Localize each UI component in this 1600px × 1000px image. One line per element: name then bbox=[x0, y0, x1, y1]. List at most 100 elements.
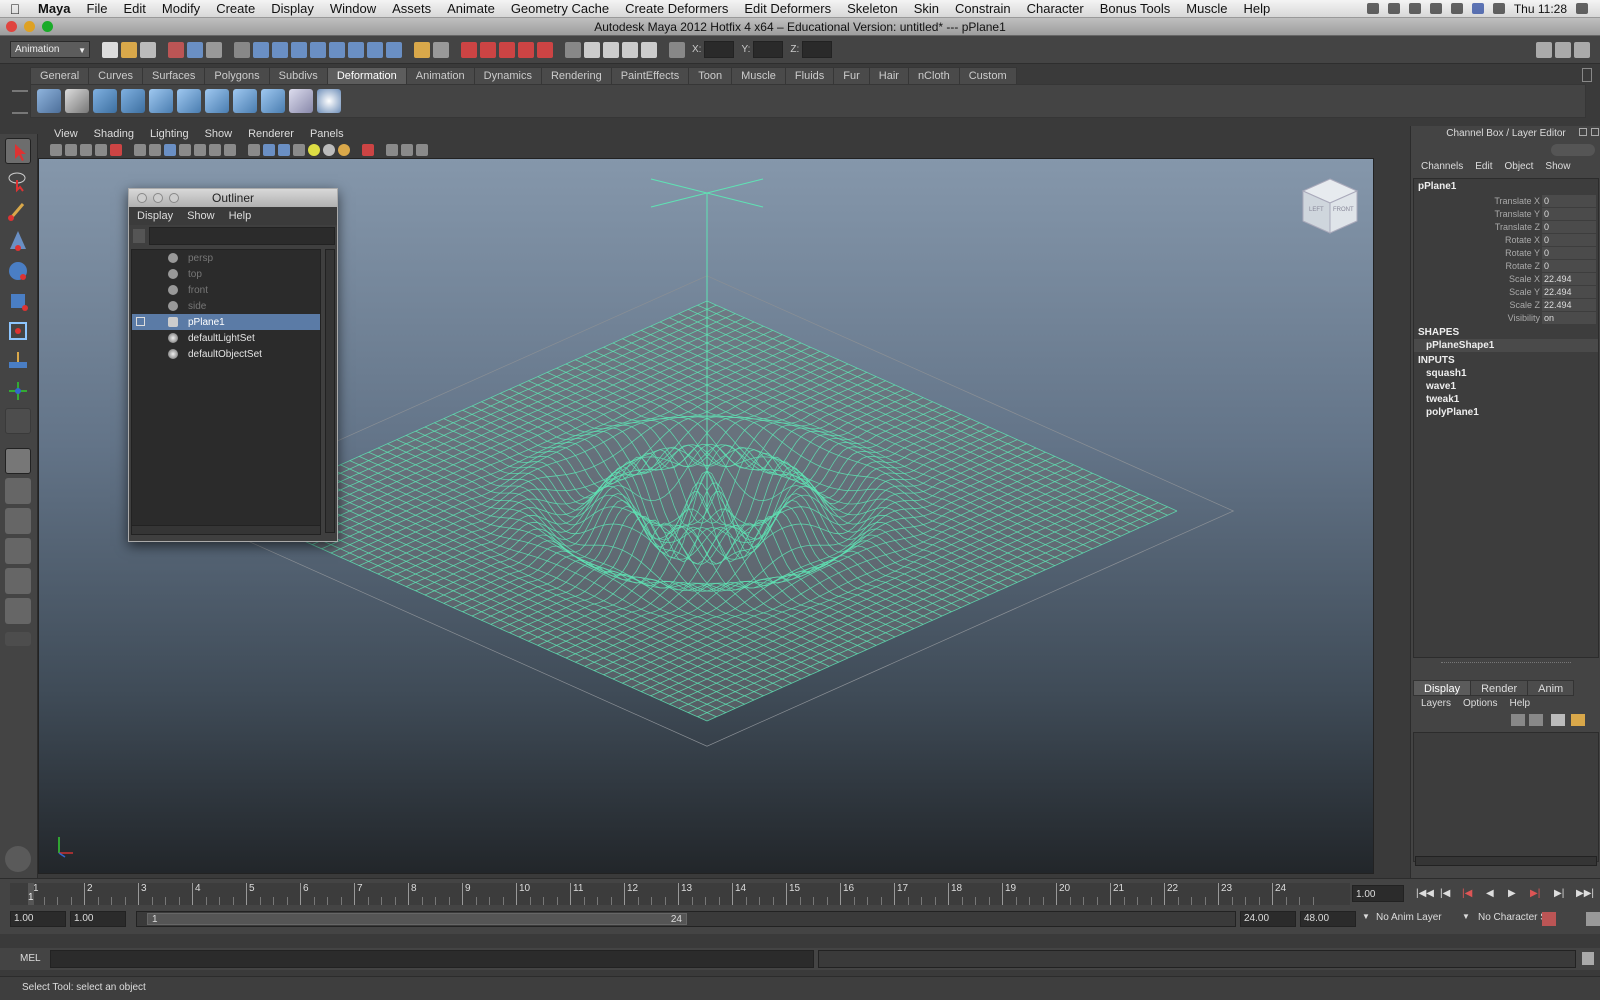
sculpt-icon[interactable] bbox=[317, 89, 341, 113]
select-camera-icon[interactable] bbox=[50, 144, 62, 156]
zoom-window-icon[interactable] bbox=[42, 21, 53, 32]
smooth-shade-icon[interactable] bbox=[263, 144, 275, 156]
go-to-end-icon[interactable]: ▶▶| bbox=[1576, 888, 1594, 899]
snap-plane-icon[interactable] bbox=[518, 41, 534, 58]
safe-action-icon[interactable] bbox=[209, 144, 221, 156]
layer-tab-anim[interactable]: Anim bbox=[1527, 680, 1575, 696]
outliner-item-defaultlightset[interactable]: defaultLightSet bbox=[132, 330, 320, 346]
field-chart-icon[interactable] bbox=[194, 144, 206, 156]
select-tool-icon[interactable] bbox=[5, 138, 31, 164]
input-tweak1[interactable]: tweak1 bbox=[1414, 393, 1598, 406]
time-tick[interactable]: 15 bbox=[786, 883, 800, 905]
two-d-pan-zoom-icon[interactable] bbox=[110, 144, 122, 156]
safe-title-icon[interactable] bbox=[224, 144, 236, 156]
lattice-icon[interactable] bbox=[37, 89, 61, 113]
channel-box-object-name[interactable]: pPlane1 bbox=[1414, 179, 1598, 194]
time-tick[interactable]: 23 bbox=[1218, 883, 1232, 905]
shelf-tab-toon[interactable]: Toon bbox=[688, 67, 733, 84]
attr-value[interactable]: 22.494 bbox=[1542, 285, 1596, 298]
menu-edit[interactable]: Edit bbox=[115, 1, 153, 16]
shelf-tab-custom[interactable]: Custom bbox=[958, 67, 1017, 84]
attr-translate-z[interactable]: Translate Z0 bbox=[1414, 220, 1598, 233]
menu-create-deformers[interactable]: Create Deformers bbox=[617, 1, 736, 16]
panel-menu-show[interactable]: Show bbox=[197, 128, 241, 140]
attr-value[interactable]: 22.494 bbox=[1542, 298, 1596, 311]
menu-display[interactable]: Display bbox=[263, 1, 322, 16]
input-wave1[interactable]: wave1 bbox=[1414, 380, 1598, 393]
outliner-item-persp[interactable]: persp bbox=[132, 250, 320, 266]
menu-animate[interactable]: Animate bbox=[439, 1, 503, 16]
layer-tab-display[interactable]: Display bbox=[1413, 680, 1472, 696]
time-tick[interactable]: 17 bbox=[894, 883, 908, 905]
minimize-window-icon[interactable] bbox=[24, 21, 35, 32]
attr-value[interactable]: 22.494 bbox=[1542, 272, 1596, 285]
play-backwards-icon[interactable]: ◀ bbox=[1486, 888, 1494, 899]
attr-scale-x[interactable]: Scale X 22.494 bbox=[1414, 272, 1598, 285]
bend-icon[interactable] bbox=[93, 89, 117, 113]
input-polyplane1[interactable]: polyPlane1 bbox=[1414, 406, 1598, 419]
time-tick[interactable]: 11 bbox=[570, 883, 583, 905]
outliner-horizontal-scrollbar[interactable] bbox=[131, 525, 321, 535]
attr-value[interactable]: 0 bbox=[1542, 220, 1596, 233]
outliner-vertical-scrollbar[interactable] bbox=[325, 249, 335, 533]
menu-assets[interactable]: Assets bbox=[384, 1, 439, 16]
outliner-title-bar[interactable]: Outliner bbox=[129, 189, 337, 207]
menu-create[interactable]: Create bbox=[208, 1, 263, 16]
layer-scrollbar[interactable] bbox=[1415, 856, 1597, 866]
dropbox-icon[interactable] bbox=[1366, 3, 1379, 14]
resolution-gate-icon[interactable] bbox=[164, 144, 176, 156]
time-slider-ticks[interactable]: 1 2 3 4 5 6 7 8 9 10 11 12 13 14 15 16 17 18 19 20 21 22 23 24 1 bbox=[10, 883, 1350, 905]
channel-box-menu-channels[interactable]: Channels bbox=[1415, 161, 1469, 172]
shelf-tab-rendering[interactable]: Rendering bbox=[540, 67, 612, 84]
time-tick[interactable]: 2 bbox=[84, 883, 93, 905]
time-tick[interactable]: 7 bbox=[354, 883, 363, 905]
panel-menu-panels[interactable]: Panels bbox=[302, 128, 352, 140]
time-tick[interactable]: 3 bbox=[138, 883, 147, 905]
menu-character[interactable]: Character bbox=[1019, 1, 1092, 16]
construction-history-icon[interactable] bbox=[565, 41, 581, 58]
image-plane-icon[interactable] bbox=[95, 144, 107, 156]
render-view-icon[interactable] bbox=[584, 41, 600, 58]
layer-menu-help[interactable]: Help bbox=[1503, 698, 1536, 709]
sine-icon[interactable] bbox=[149, 89, 173, 113]
render-settings-icon[interactable] bbox=[641, 41, 657, 58]
attr-value[interactable]: 0 bbox=[1542, 207, 1596, 220]
time-tick[interactable]: 20 bbox=[1056, 883, 1070, 905]
range-slider-track[interactable]: 1 24 bbox=[136, 911, 1236, 927]
cluster-icon[interactable] bbox=[65, 89, 89, 113]
move-layer-up-icon[interactable] bbox=[1511, 714, 1525, 726]
z-field[interactable] bbox=[802, 41, 833, 58]
menu-muscle[interactable]: Muscle bbox=[1178, 1, 1235, 16]
panel-menu-lighting[interactable]: Lighting bbox=[142, 128, 197, 140]
persp-outliner-layout-icon[interactable] bbox=[5, 508, 31, 534]
shelf-handle[interactable] bbox=[12, 90, 28, 114]
x-field[interactable] bbox=[704, 41, 735, 58]
gate-mask-icon[interactable] bbox=[179, 144, 191, 156]
attr-value[interactable]: 0 bbox=[1542, 194, 1596, 207]
time-tick[interactable]: 10 bbox=[516, 883, 530, 905]
attr-rotate-z[interactable]: Rotate Z0 bbox=[1414, 259, 1598, 272]
grid-icon[interactable] bbox=[134, 144, 146, 156]
attr-translate-x[interactable]: Translate X0 bbox=[1414, 194, 1598, 207]
shelf-tab-surfaces[interactable]: Surfaces bbox=[141, 67, 206, 84]
time-tick[interactable]: 18 bbox=[948, 883, 962, 905]
shelf-tab-hair[interactable]: Hair bbox=[868, 67, 909, 84]
panel-menu-renderer[interactable]: Renderer bbox=[240, 128, 302, 140]
menu-set-dropdown[interactable]: Animation ▼ bbox=[10, 41, 90, 58]
bookmarks-icon[interactable] bbox=[80, 144, 92, 156]
menu-constrain[interactable]: Constrain bbox=[947, 1, 1019, 16]
mask-icon[interactable] bbox=[234, 41, 250, 58]
mel-label[interactable]: MEL bbox=[20, 953, 41, 964]
flag-icon[interactable] bbox=[1471, 3, 1484, 14]
animation-start-field[interactable]: 1.00 bbox=[10, 911, 66, 927]
highlight-selection-icon[interactable] bbox=[433, 41, 449, 58]
range-slider-thumb[interactable]: 1 24 bbox=[147, 913, 687, 925]
mask-curves-icon[interactable] bbox=[291, 41, 307, 58]
mask-dynamics-icon[interactable] bbox=[348, 41, 364, 58]
wave-icon[interactable] bbox=[233, 89, 257, 113]
menu-bonus-tools[interactable]: Bonus Tools bbox=[1092, 1, 1179, 16]
ipr-render-icon[interactable] bbox=[622, 41, 638, 58]
y-field[interactable] bbox=[753, 41, 784, 58]
spotlight-icon[interactable] bbox=[1576, 3, 1588, 14]
mask-deformations-icon[interactable] bbox=[329, 41, 345, 58]
